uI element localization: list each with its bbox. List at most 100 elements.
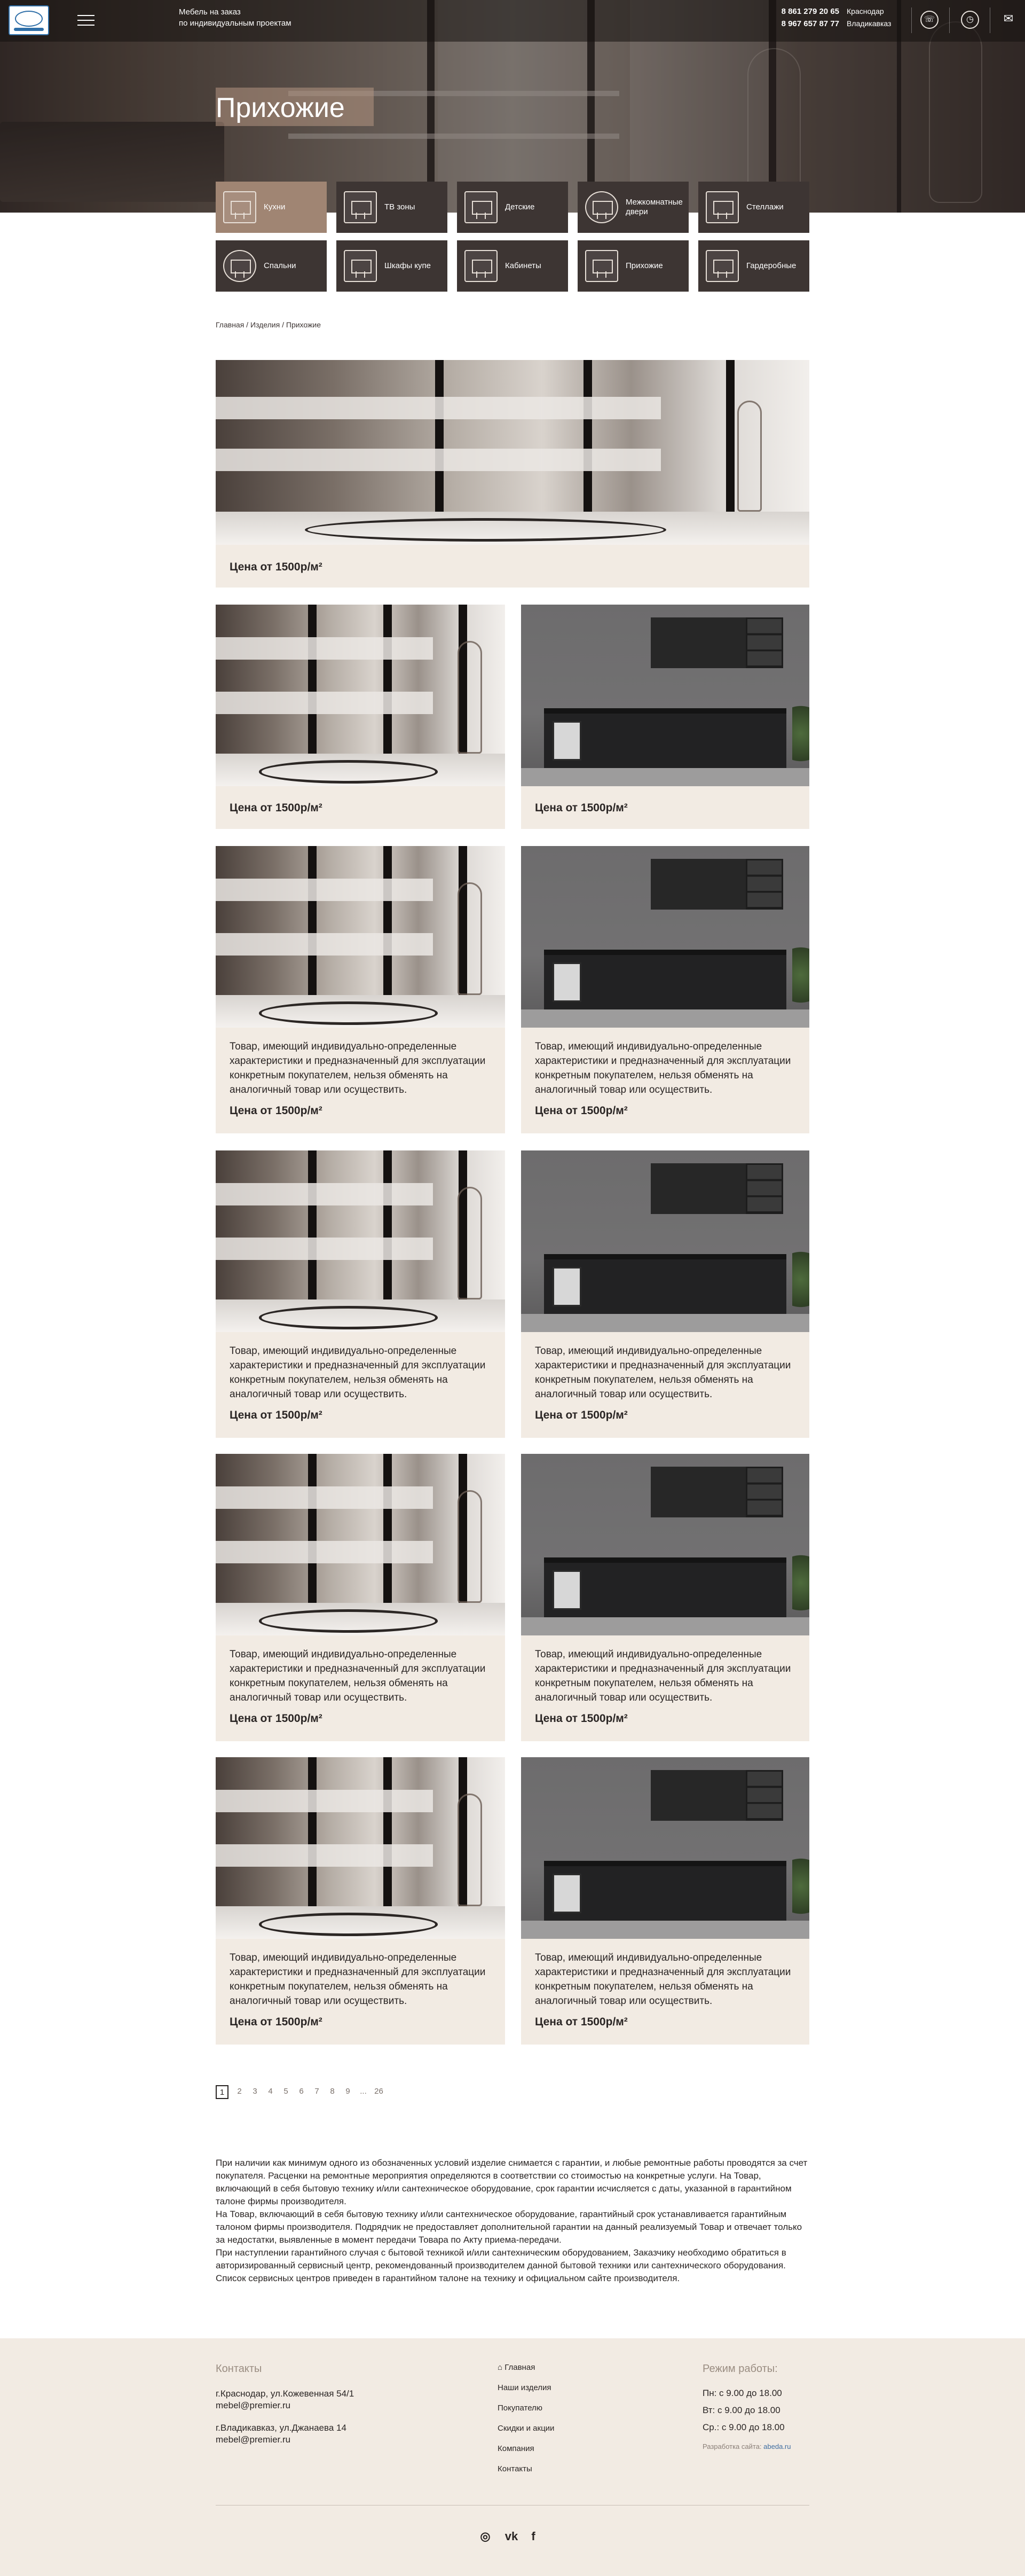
- product-image: [216, 1150, 505, 1332]
- category-offices[interactable]: Кабинеты: [457, 240, 568, 292]
- page-link[interactable]: 6: [294, 2085, 309, 2099]
- page-link[interactable]: 4: [263, 2085, 278, 2099]
- page-link[interactable]: 9: [340, 2085, 356, 2099]
- breadcrumb-products[interactable]: Изделия: [250, 320, 280, 329]
- category-label: Детские: [505, 202, 535, 212]
- category-hallways[interactable]: Прихожие: [578, 240, 689, 292]
- logo[interactable]: [9, 5, 49, 35]
- category-label: Межкомнатные двери: [626, 198, 683, 216]
- category-shelving[interactable]: Стеллажи: [698, 182, 809, 233]
- product-card[interactable]: Цена от 1500р/м²: [521, 605, 809, 829]
- product-card[interactable]: Товар, имеющий индивидуально-определенны…: [216, 846, 505, 1133]
- product-description: Товар, имеющий индивидуально-определенны…: [230, 1952, 486, 2007]
- page-link[interactable]: 5: [278, 2085, 294, 2099]
- product-price: Цена от 1500р/м²: [535, 1409, 628, 1421]
- category-kitchens[interactable]: Кухни: [216, 182, 327, 233]
- footer-nav: ⌂ Главная Наши изделия Покупателю Скидки…: [498, 2363, 636, 2485]
- featured-price: Цена от 1500р/м²: [230, 561, 322, 573]
- tv-zone-icon: [344, 191, 377, 223]
- page-ellipsis: ...: [360, 2087, 367, 2096]
- page-link[interactable]: 7: [309, 2085, 325, 2099]
- bedroom-icon: [223, 250, 256, 282]
- menu-icon[interactable]: [77, 15, 94, 26]
- product-price: Цена от 1500р/м²: [535, 802, 628, 814]
- product-description: Товар, имеющий индивидуально-определенны…: [230, 1649, 486, 1703]
- product-description: Товар, имеющий индивидуально-определенны…: [535, 1041, 791, 1095]
- featured-product-image: [216, 360, 809, 545]
- category-label: Прихожие: [626, 261, 663, 270]
- product-image: [216, 846, 505, 1028]
- page-link[interactable]: 8: [325, 2085, 340, 2099]
- product-description: Товар, имеющий индивидуально-определенны…: [535, 1649, 791, 1703]
- mail-icon[interactable]: ✉: [999, 11, 1018, 29]
- page-link[interactable]: 3: [247, 2085, 263, 2099]
- product-image: [521, 1757, 809, 1939]
- email-link[interactable]: mebel@premier.ru: [216, 2400, 429, 2411]
- footer-hours: Режим работы: Пн: с 9.00 до 18.00 Вт: с …: [703, 2363, 809, 2450]
- page-title: Прихожие: [216, 92, 345, 123]
- kids-room-icon: [464, 191, 498, 223]
- warranty-paragraph: При наступлении гарантийного случая с бы…: [216, 2248, 786, 2283]
- product-price: Цена от 1500р/м²: [230, 2016, 322, 2028]
- developer-credit: Разработка сайта: abeda.ru: [703, 2442, 809, 2450]
- phone-icon[interactable]: ☏: [920, 11, 939, 29]
- facebook-icon[interactable]: f: [525, 2528, 541, 2544]
- phone-vladikavkaz[interactable]: 8 967 657 87 77: [779, 18, 839, 30]
- category-label: Кабинеты: [505, 261, 541, 270]
- hours-line: Пн: с 9.00 до 18.00: [703, 2388, 782, 2398]
- product-card[interactable]: Цена от 1500р/м²: [216, 605, 505, 829]
- breadcrumb: Главная / Изделия / Прихожие: [216, 320, 321, 329]
- clock-icon[interactable]: ◷: [961, 11, 979, 29]
- phone-krasnodar[interactable]: 8 861 279 20 65: [779, 5, 839, 18]
- product-image: [216, 605, 505, 786]
- product-image: [521, 1150, 809, 1332]
- instagram-icon[interactable]: ◎: [477, 2528, 493, 2544]
- category-interior-doors[interactable]: Межкомнатные двери: [578, 182, 689, 233]
- category-tv-zones[interactable]: ТВ зоны: [336, 182, 447, 233]
- footer-link-products[interactable]: Наши изделия: [498, 2383, 636, 2392]
- product-card[interactable]: Товар, имеющий индивидуально-определенны…: [521, 1757, 809, 2045]
- product-description: Товар, имеющий индивидуально-определенны…: [230, 1041, 486, 1095]
- product-card[interactable]: Товар, имеющий индивидуально-определенны…: [521, 846, 809, 1133]
- footer-link-company[interactable]: Компания: [498, 2444, 636, 2453]
- wardrobe-icon: [344, 250, 377, 282]
- product-image: [216, 1757, 505, 1939]
- breadcrumb-home[interactable]: Главная: [216, 320, 244, 329]
- product-image: [216, 1454, 505, 1635]
- product-image: [521, 846, 809, 1028]
- category-label: Шкафы купе: [384, 261, 431, 270]
- category-bedrooms[interactable]: Спальни: [216, 240, 327, 292]
- product-price: Цена от 1500р/м²: [230, 1712, 322, 1725]
- email-link[interactable]: mebel@premier.ru: [216, 2434, 429, 2446]
- vk-icon[interactable]: vk: [503, 2528, 519, 2544]
- product-card[interactable]: Товар, имеющий индивидуально-определенны…: [216, 1150, 505, 1438]
- pagination: 1 2 3 4 5 6 7 8 9 ... 26: [216, 2085, 387, 2099]
- page-link[interactable]: 2: [232, 2085, 247, 2099]
- page-link-last[interactable]: 26: [371, 2085, 387, 2099]
- address-krasnodar: г.Краснодар, ул.Кожевенная 54/1: [216, 2389, 354, 2399]
- footer-link-home[interactable]: ⌂ Главная: [498, 2363, 636, 2372]
- product-card[interactable]: Товар, имеющий индивидуально-определенны…: [521, 1454, 809, 1741]
- product-card[interactable]: Товар, имеющий индивидуально-определенны…: [216, 1454, 505, 1741]
- page-current[interactable]: 1: [216, 2085, 228, 2099]
- category-label: Кухни: [264, 202, 286, 212]
- footer-contacts: Контакты г.Краснодар, ул.Кожевенная 54/1…: [216, 2363, 429, 2456]
- product-card[interactable]: Товар, имеющий индивидуально-определенны…: [521, 1150, 809, 1438]
- category-dressing-rooms[interactable]: Гардеробные: [698, 240, 809, 292]
- footer-link-contacts[interactable]: Контакты: [498, 2464, 636, 2473]
- footer-address-block: г.Краснодар, ул.Кожевенная 54/1 mebel@pr…: [216, 2388, 429, 2411]
- warranty-paragraph: При наличии как минимум одного из обозна…: [216, 2158, 808, 2206]
- category-wardrobes[interactable]: Шкафы купе: [336, 240, 447, 292]
- footer-contacts-title: Контакты: [216, 2363, 262, 2375]
- product-description: Товар, имеющий индивидуально-определенны…: [230, 1345, 486, 1400]
- category-label: Гардеробные: [746, 261, 797, 270]
- category-label: ТВ зоны: [384, 202, 415, 212]
- product-card[interactable]: Товар, имеющий индивидуально-определенны…: [216, 1757, 505, 2045]
- shelving-icon: [706, 191, 739, 223]
- developer-link[interactable]: abeda.ru: [763, 2442, 791, 2450]
- footer-link-discounts[interactable]: Скидки и акции: [498, 2424, 636, 2433]
- product-price: Цена от 1500р/м²: [230, 1105, 322, 1117]
- category-kids-rooms[interactable]: Детские: [457, 182, 568, 233]
- featured-product-card[interactable]: Цена от 1500р/м²: [216, 360, 809, 588]
- footer-link-buyers[interactable]: Покупателю: [498, 2403, 636, 2413]
